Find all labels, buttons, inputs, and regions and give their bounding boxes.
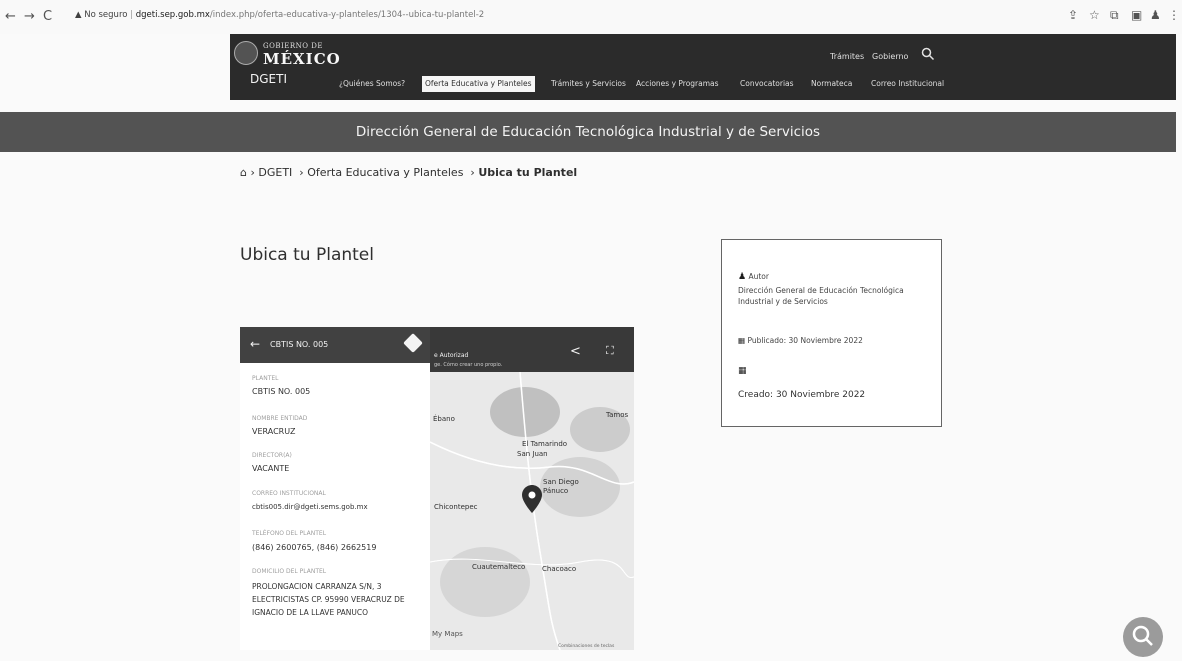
field-label: CORREO INSTITUCIONAL: [252, 490, 326, 497]
breadcrumb: ⌂ › DGETI › Oferta Educativa y Planteles…: [240, 166, 578, 179]
site-name[interactable]: DGETI: [250, 72, 287, 86]
author-name: Dirección General de Educación Tecnológi…: [738, 286, 904, 306]
menu-convocatorias[interactable]: Convocatorias: [737, 76, 797, 92]
menu-tramites-servicios[interactable]: Trámites y Servicios: [548, 76, 629, 92]
map-place-label: San Juan: [517, 450, 548, 458]
back-arrow-icon[interactable]: ←: [250, 337, 260, 351]
extension-icon[interactable]: ⧉: [1110, 8, 1119, 23]
breadcrumb-current: Ubica tu Plantel: [478, 166, 578, 179]
calendar-icon: ▦: [738, 366, 747, 376]
calendar-icon: ▦: [738, 336, 746, 345]
reload-button[interactable]: C: [43, 9, 52, 24]
placemark-title: CBTIS NO. 005: [270, 340, 329, 349]
share-icon[interactable]: <: [570, 344, 581, 359]
field-label: PLANTEL: [252, 375, 279, 382]
logo-subtitle: GOBIERNO DE: [263, 42, 323, 50]
kebab-icon[interactable]: ⋮: [1168, 8, 1180, 22]
home-icon[interactable]: ⌂: [240, 166, 247, 179]
author-label: ♟ Autor: [738, 272, 769, 282]
floating-search-button[interactable]: [1123, 617, 1163, 657]
map-place-label: El Tamarindo: [522, 440, 568, 448]
map-shortcuts-link[interactable]: Combinaciones de teclas: [558, 644, 614, 649]
field-value: VACANTE: [252, 464, 290, 473]
browser-toolbar: ← → C ▲ No seguro | dgeti.sep.gob.mx/ind…: [0, 0, 1182, 34]
page-title: Ubica tu Plantel: [240, 245, 374, 265]
map-place-label: Ébano: [433, 415, 455, 423]
tab-icon[interactable]: ▣: [1131, 8, 1142, 22]
map-header: e Autorizad ge. Cómo crear uno propio. <…: [430, 327, 634, 372]
share-icon[interactable]: ⇪: [1068, 8, 1078, 22]
section-banner: Dirección General de Educación Tecnológi…: [0, 112, 1176, 152]
fullscreen-icon[interactable]: ⛶: [606, 344, 614, 358]
map-header-title: e Autorizad: [434, 352, 469, 359]
created-date: Creado: 30 Noviembre 2022: [738, 390, 866, 400]
star-icon[interactable]: ☆: [1089, 8, 1100, 22]
article-info-box: ♟ Autor Dirección General de Educación T…: [721, 239, 942, 427]
field-label: TELÉFONO DEL PLANTEL: [252, 530, 327, 537]
field-value: VERACRUZ: [252, 427, 296, 436]
map-place-label: Chicontepec: [434, 503, 478, 511]
search-icon[interactable]: [921, 47, 935, 61]
field-value-email[interactable]: cbtis005.dir@dgeti.sems.gob.mx: [252, 503, 368, 511]
field-value: CBTIS NO. 005: [252, 387, 311, 396]
map-place-label: Chacoaco: [542, 565, 577, 573]
url-domain: dgeti.sep.gob.mx: [135, 10, 210, 20]
nav-link-gobierno[interactable]: Gobierno: [872, 52, 908, 61]
map-place-label: Tamos: [606, 411, 629, 419]
logo-title[interactable]: MÉXICO: [263, 50, 341, 68]
map-embed[interactable]: e Autorizad ge. Cómo crear uno propio. <…: [240, 327, 634, 650]
url-path: /index.php/oferta-educativa-y-planteles/…: [209, 10, 485, 20]
directions-icon[interactable]: [403, 333, 423, 353]
menu-oferta-educativa[interactable]: Oferta Educativa y Planteles: [422, 76, 535, 92]
published-date: ▦ Publicado: 30 Noviembre 2022: [738, 336, 863, 345]
nav-link-tramites[interactable]: Trámites: [830, 52, 864, 61]
placemark-panel: ← CBTIS NO. 005 PLANTEL CBTIS NO. 005 NO…: [240, 327, 430, 650]
breadcrumb-oferta[interactable]: Oferta Educativa y Planteles: [307, 166, 463, 179]
not-secure-indicator[interactable]: ▲ No seguro: [75, 10, 127, 20]
menu-acciones-programas[interactable]: Acciones y Programas: [633, 76, 722, 92]
map-branding: My Maps: [432, 630, 463, 638]
menu-quienes-somos[interactable]: ¿Quiénes Somos?: [336, 76, 408, 92]
forward-button[interactable]: →: [24, 9, 35, 24]
government-emblem-icon: [234, 41, 258, 65]
user-icon: ♟: [738, 272, 747, 282]
field-label: NOMBRE ENTIDAD: [252, 415, 308, 422]
menu-correo-institucional[interactable]: Correo Institucional: [868, 76, 947, 92]
profile-icon[interactable]: ♟: [1150, 8, 1161, 22]
field-label: DOMICILIO DEL PLANTEL: [252, 568, 327, 575]
search-icon: [1132, 625, 1153, 646]
back-button[interactable]: ←: [5, 9, 16, 24]
field-value-address: PROLONGACION CARRANZA S/N, 3 ELECTRICIST…: [252, 582, 405, 617]
breadcrumb-dgeti[interactable]: DGETI: [258, 166, 292, 179]
map-place-label: Pánuco: [543, 487, 569, 495]
address-bar[interactable]: ▲ No seguro | dgeti.sep.gob.mx/index.php…: [75, 10, 484, 20]
map-place-label: San Diego: [543, 478, 579, 486]
site-header: GOBIERNO DE MÉXICO DGETI Trámites Gobier…: [230, 34, 1176, 100]
banner-title: Dirección General de Educación Tecnológi…: [355, 124, 821, 140]
field-value-phone: (846) 2600765, (846) 2662519: [252, 543, 377, 552]
map-place-label: Cuautemalteco: [472, 563, 526, 571]
map-header-subtitle: ge. Cómo crear uno propio.: [434, 362, 503, 368]
menu-normateca[interactable]: Normateca: [808, 76, 855, 92]
placemark-panel-header: ← CBTIS NO. 005: [240, 327, 430, 363]
field-label: DIRECTOR(A): [252, 452, 292, 459]
map-pin-icon[interactable]: [522, 485, 542, 513]
